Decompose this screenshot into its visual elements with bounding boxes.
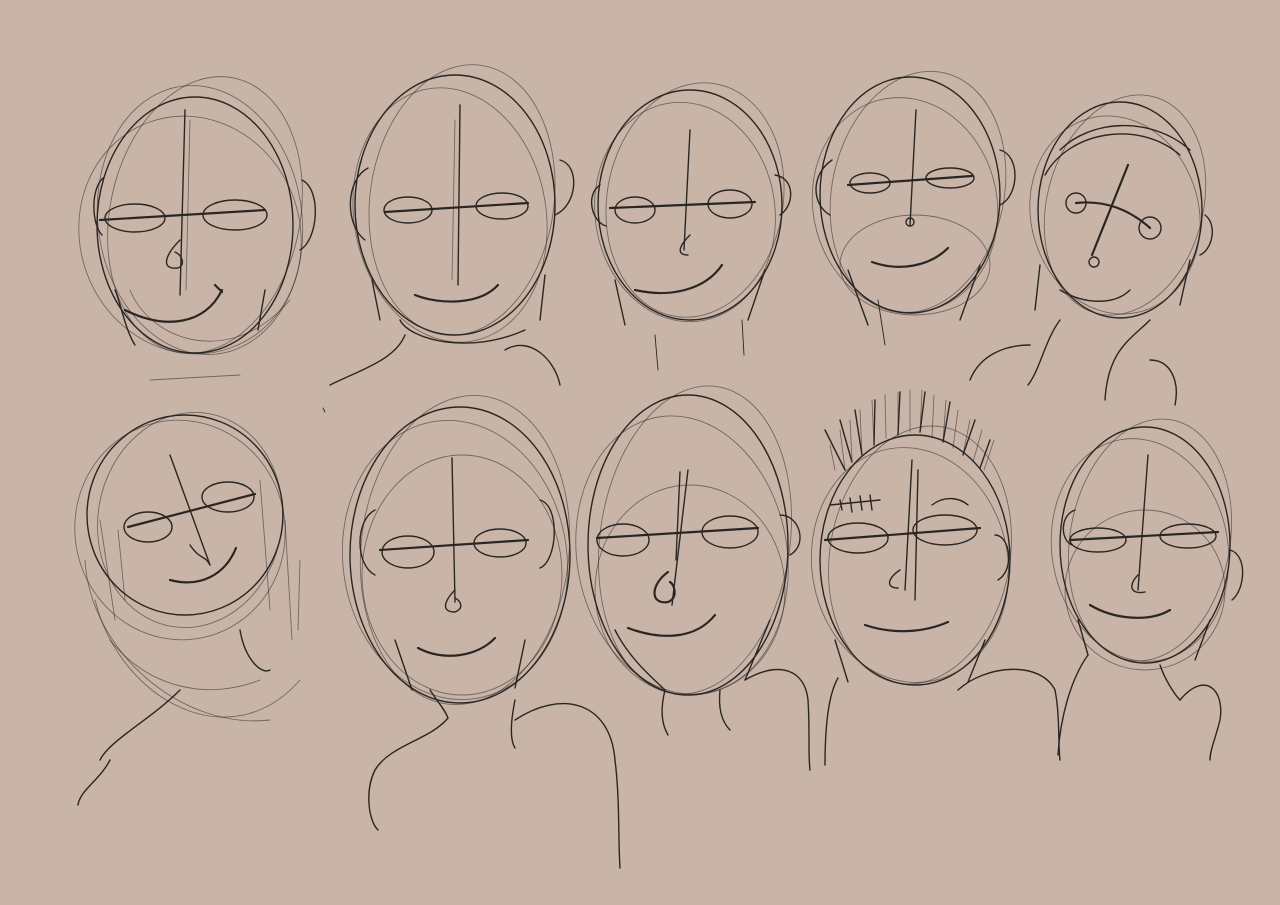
sketch-canvas xyxy=(0,0,1280,905)
paper-background xyxy=(0,0,1280,905)
